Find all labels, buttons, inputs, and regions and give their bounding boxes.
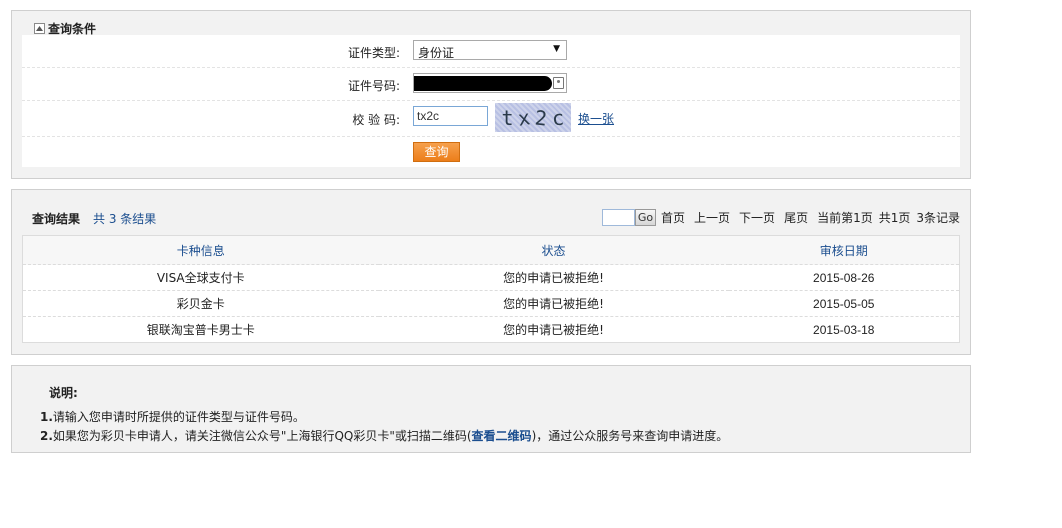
id-type-label: 证件类型: <box>347 46 400 60</box>
note-number: 1. <box>40 410 53 424</box>
card-type-cell: 银联淘宝普卡男士卡 <box>22 316 379 343</box>
id-number-row: 证件号码: <box>22 68 960 101</box>
redaction-mark <box>414 76 552 91</box>
column-header-review-date: 审核日期 <box>728 235 960 265</box>
query-panel: 查询条件 证件类型: 身份证 ▼ 证件号码: 校 验 码: t x 2 c t … <box>11 10 971 179</box>
page-number-input[interactable] <box>602 208 636 226</box>
card-type-cell: 彩贝金卡 <box>22 290 379 317</box>
review-date-cell: 2015-05-05 <box>728 290 960 317</box>
table-row: VISA全球支付卡 您的申请已被拒绝! 2015-08-26 <box>22 264 960 291</box>
total-records-info: 3条记录 <box>916 210 960 225</box>
id-type-value: 身份证 <box>418 46 455 60</box>
current-page-info: 当前第1页 <box>817 210 873 225</box>
results-panel: 查询结果 共 3 条结果 Go 首页 上一页 下一页 尾页 当前第1页 共1页 … <box>11 189 971 355</box>
table-header-row: 卡种信息 状态 审核日期 <box>22 235 960 265</box>
captcha-char: c <box>551 105 566 130</box>
column-header-card-type: 卡种信息 <box>22 235 379 265</box>
captcha-image: t x 2 c <box>495 103 571 132</box>
note-number: 2. <box>40 429 53 443</box>
query-form: 证件类型: 身份证 ▼ 证件号码: 校 验 码: t x 2 c 换一张 <box>22 35 960 167</box>
captcha-input[interactable] <box>413 106 488 126</box>
notes-panel: 说明: 1.请输入您申请时所提供的证件类型与证件号码。 2.如果您为彩贝卡申请人… <box>11 365 971 453</box>
results-table: 卡种信息 状态 审核日期 VISA全球支付卡 您的申请已被拒绝! 2015-08… <box>22 235 960 343</box>
query-button[interactable]: 查询 <box>413 142 460 162</box>
captcha-char: 2 <box>534 104 549 131</box>
dropdown-arrow-icon: ▼ <box>553 44 560 54</box>
note-line-1: 1.请输入您申请时所提供的证件类型与证件号码。 <box>40 408 305 425</box>
collapse-icon[interactable] <box>34 22 45 34</box>
table-row: 彩贝金卡 您的申请已被拒绝! 2015-05-05 <box>22 290 960 317</box>
results-count: 共 3 条结果 <box>93 212 157 226</box>
captcha-char: x <box>516 104 533 131</box>
note-line-2: 2.如果您为彩贝卡申请人，请关注微信公众号"上海银行QQ彩贝卡"或扫描二维码(查… <box>40 427 728 444</box>
go-button[interactable]: Go <box>635 208 657 226</box>
status-cell: 您的申请已被拒绝! <box>378 316 729 343</box>
note-text: )，通过公众服务号来查询申请进度。 <box>531 429 729 443</box>
captcha-label: 校 验 码: <box>352 113 400 127</box>
column-header-status: 状态 <box>378 235 729 265</box>
note-text: 如果您为彩贝卡申请人，请关注微信公众号"上海银行QQ彩贝卡"或扫描二维码( <box>52 429 472 443</box>
id-number-input[interactable] <box>413 73 567 93</box>
button-row: 查询 <box>22 137 960 167</box>
view-qrcode-link[interactable]: 查看二维码 <box>472 429 532 443</box>
table-row: 银联淘宝普卡男士卡 您的申请已被拒绝! 2015-03-18 <box>22 316 960 343</box>
refresh-captcha-link[interactable]: 换一张 <box>578 110 614 127</box>
captcha-char: t <box>501 105 514 130</box>
prev-page-link[interactable]: 上一页 <box>694 209 730 226</box>
review-date-cell: 2015-03-18 <box>728 316 960 343</box>
captcha-row: 校 验 码: t x 2 c 换一张 <box>22 101 960 137</box>
id-type-row: 证件类型: 身份证 ▼ <box>22 35 960 68</box>
card-type-cell: VISA全球支付卡 <box>22 264 379 291</box>
results-title: 查询结果 <box>32 212 81 226</box>
last-page-link[interactable]: 尾页 <box>784 209 808 226</box>
query-header[interactable]: 查询条件 <box>34 21 97 36</box>
next-page-link[interactable]: 下一页 <box>739 209 775 226</box>
first-page-link[interactable]: 首页 <box>661 209 685 226</box>
note-text: 请输入您申请时所提供的证件类型与证件号码。 <box>52 410 305 424</box>
contact-card-icon <box>553 77 564 89</box>
status-cell: 您的申请已被拒绝! <box>378 290 729 317</box>
id-type-select[interactable]: 身份证 ▼ <box>413 40 567 60</box>
id-number-label: 证件号码: <box>347 79 400 93</box>
pager: Go 首页 上一页 下一页 尾页 当前第1页 共1页 3条记录 <box>602 207 960 227</box>
status-cell: 您的申请已被拒绝! <box>378 264 729 291</box>
notes-title: 说明: <box>49 386 78 400</box>
query-panel-title: 查询条件 <box>48 21 97 36</box>
review-date-cell: 2015-08-26 <box>728 264 960 291</box>
total-pages-info: 共1页 <box>878 210 911 225</box>
